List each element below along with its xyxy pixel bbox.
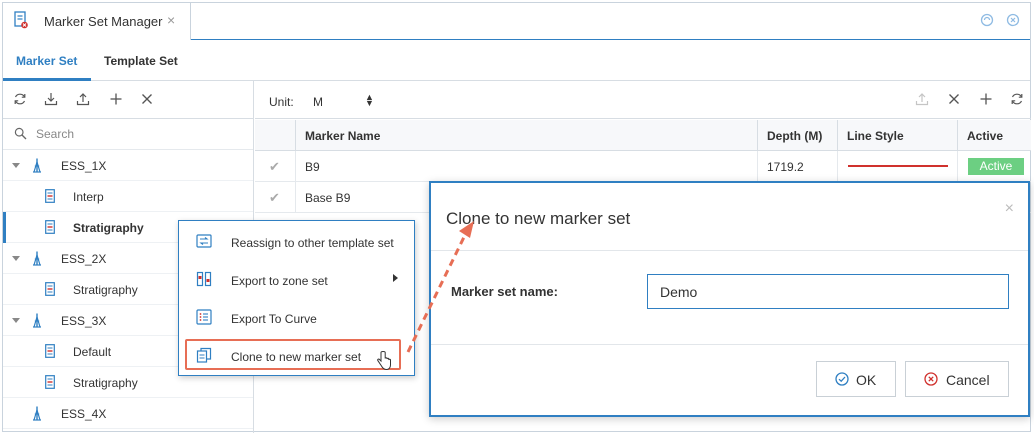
tree-item-label: ESS_2X xyxy=(61,252,107,266)
column-header-marker-name[interactable]: Marker Name xyxy=(295,120,757,151)
submenu-arrow-icon xyxy=(393,274,398,282)
export-disabled-icon[interactable] xyxy=(915,92,929,106)
menu-item-label: Export to zone set xyxy=(231,274,328,288)
line-style-swatch xyxy=(848,165,948,167)
cancel-circle-icon xyxy=(924,372,938,386)
menu-item-label: Export To Curve xyxy=(231,312,317,326)
menu-item-export-zone-set[interactable]: Export to zone set xyxy=(179,261,414,297)
tree-item-label: Stratigraphy xyxy=(73,283,138,297)
import-icon[interactable] xyxy=(44,92,58,106)
tab-marker-set[interactable]: Marker Set xyxy=(16,54,77,68)
delete-icon[interactable] xyxy=(140,92,154,106)
marker-set-icon xyxy=(45,375,55,389)
add-marker-icon[interactable] xyxy=(979,92,993,106)
menu-item-reassign[interactable]: Reassign to other template set xyxy=(179,223,414,259)
right-toolbar: Unit: M ▲ ▼ xyxy=(255,81,1031,119)
tree-well-item[interactable]: ESS_1X xyxy=(3,150,253,181)
reassign-icon xyxy=(196,234,212,248)
hand-cursor-icon xyxy=(377,351,391,371)
active-cell[interactable]: Active xyxy=(957,151,1031,182)
tab-template-set[interactable]: Template Set xyxy=(104,54,178,68)
dialog-divider xyxy=(431,250,1028,251)
search-input[interactable] xyxy=(36,124,246,144)
tab-title: Marker Set Manager xyxy=(44,14,163,29)
line-style-cell[interactable] xyxy=(837,151,957,182)
marker-set-name-input[interactable] xyxy=(647,274,1009,309)
marker-set-icon xyxy=(45,220,55,234)
marker-set-document-icon xyxy=(14,11,28,29)
check-icon[interactable]: ✔ xyxy=(269,159,280,175)
context-menu: Reassign to other template set Export to… xyxy=(178,220,415,376)
left-toolbar xyxy=(3,81,253,119)
highlight-box xyxy=(185,339,401,370)
column-header-active[interactable]: Active xyxy=(957,120,1031,151)
refresh-icon[interactable] xyxy=(13,92,27,106)
well-icon xyxy=(33,313,41,328)
tree-marker-set-item[interactable]: Interp xyxy=(3,181,253,212)
refresh-markers-icon[interactable] xyxy=(1010,92,1024,106)
marker-name-cell[interactable]: B9 xyxy=(295,151,757,182)
menu-item-export-to-curve[interactable]: Export To Curve xyxy=(179,299,414,335)
unit-select[interactable]: M xyxy=(313,95,373,109)
refresh-window-icon[interactable] xyxy=(980,13,994,27)
zone-export-icon xyxy=(196,271,212,287)
dialog-divider xyxy=(431,344,1028,345)
add-icon[interactable] xyxy=(109,92,123,106)
tree-item-label: ESS_1X xyxy=(61,159,107,173)
document-tab-strip: Marker Set Manager × xyxy=(3,3,1030,40)
expand-caret-icon[interactable] xyxy=(12,318,20,323)
cancel-button-label: Cancel xyxy=(946,372,990,388)
tree-item-label: Stratigraphy xyxy=(73,221,144,235)
search-icon xyxy=(14,127,27,140)
tree-item-label: Default xyxy=(73,345,112,359)
expand-caret-icon[interactable] xyxy=(12,256,20,261)
unit-label: Unit: xyxy=(269,95,294,109)
tree-well-item[interactable]: ESS_4X xyxy=(3,398,253,429)
check-circle-icon xyxy=(835,372,849,386)
expand-caret-icon[interactable] xyxy=(12,163,20,168)
column-header-depth[interactable]: Depth (M) xyxy=(757,120,837,151)
marker-set-icon xyxy=(45,282,55,296)
tab-close-icon[interactable]: × xyxy=(167,12,175,28)
selection-indicator xyxy=(3,212,6,243)
active-badge: Active xyxy=(968,158,1024,175)
well-icon xyxy=(33,251,41,266)
unit-select-arrows-icon[interactable]: ▲ ▼ xyxy=(365,93,374,108)
close-window-icon[interactable] xyxy=(1006,13,1020,27)
column-header-line-style[interactable]: Line Style xyxy=(837,120,957,151)
delete-marker-icon[interactable] xyxy=(947,92,961,106)
well-icon xyxy=(33,406,41,421)
tree-item-label: ESS_3X xyxy=(61,314,107,328)
check-icon[interactable]: ✔ xyxy=(269,190,280,206)
marker-set-icon xyxy=(45,344,55,358)
depth-cell[interactable]: 1719.2 xyxy=(757,151,837,182)
export-icon[interactable] xyxy=(76,92,90,106)
menu-item-label: Reassign to other template set xyxy=(231,236,394,250)
search-box xyxy=(3,119,253,150)
tree-item-label: Stratigraphy xyxy=(73,376,138,390)
dialog-close-icon[interactable]: × xyxy=(1005,200,1014,218)
cancel-button[interactable]: Cancel xyxy=(905,361,1009,397)
ok-button[interactable]: OK xyxy=(816,361,896,397)
well-icon xyxy=(33,158,41,173)
marker-table-header: Marker Name Depth (M) Line Style Active xyxy=(255,120,1031,151)
dialog-title: Clone to new marker set xyxy=(446,209,631,228)
tree-item-label: ESS_4X xyxy=(61,407,107,421)
clone-marker-set-dialog: Clone to new marker set × Marker set nam… xyxy=(429,181,1030,417)
tab-marker-set-manager[interactable]: Marker Set Manager × xyxy=(3,3,191,40)
tree-item-label: Interp xyxy=(73,190,104,204)
marker-set-name-label: Marker set name: xyxy=(451,284,558,299)
ok-button-label: OK xyxy=(856,372,877,388)
sub-tab-bar: Marker Set Template Set xyxy=(3,41,1030,81)
list-icon xyxy=(196,309,212,325)
marker-set-icon xyxy=(45,189,55,203)
table-row[interactable]: ✔ B9 1719.2 Active xyxy=(255,151,1031,182)
